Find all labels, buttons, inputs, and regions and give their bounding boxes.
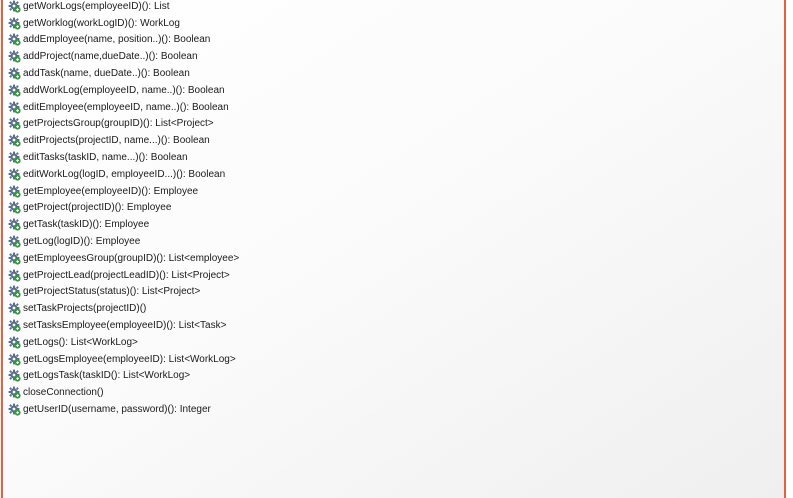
operation-row[interactable]: addTask(name, dueDate..)(): Boolean bbox=[8, 65, 239, 82]
operation-row[interactable]: getTask(taskID)(): Employee bbox=[8, 216, 239, 233]
operation-row[interactable]: getLogs(): List<WorkLog> bbox=[8, 334, 239, 351]
operation-row[interactable]: getLogsEmployee(employeeID): List<WorkLo… bbox=[8, 351, 239, 368]
public-operation-icon bbox=[8, 235, 21, 248]
operation-row[interactable]: getLogsTask(taskID(): List<WorkLog> bbox=[8, 368, 239, 385]
operation-row[interactable]: setTaskProjects(projectID)() bbox=[8, 300, 239, 317]
public-operation-icon bbox=[8, 386, 21, 399]
public-operation-icon bbox=[8, 369, 21, 383]
operation-signature: addWorkLog(employeeID, name..)(): Boolea… bbox=[23, 84, 225, 96]
operation-signature: getProjectStatus(status)(): List<Project… bbox=[23, 286, 201, 298]
public-operation-icon bbox=[8, 403, 21, 416]
public-operation-icon bbox=[8, 252, 21, 265]
operation-signature: getTask(taskID)(): Employee bbox=[23, 219, 150, 231]
operation-signature: getProjectLead(projectLeadID)(): List<Pr… bbox=[23, 269, 230, 281]
operation-signature: getUserID(username, password)(): Integer bbox=[23, 404, 211, 416]
operation-row[interactable]: getProjectStatus(status)(): List<Project… bbox=[8, 284, 239, 301]
class-box: getWorkLogs(employeeID)(): List getWorklo… bbox=[1, 0, 786, 498]
operation-signature: editEmployee(employeeID, name..)(): Bool… bbox=[23, 101, 229, 113]
operation-signature: setTaskProjects(projectID)() bbox=[23, 303, 147, 315]
public-operation-icon bbox=[8, 17, 21, 30]
operation-signature: addProject(name,dueDate..)(): Boolean bbox=[23, 51, 198, 63]
public-operation-icon bbox=[8, 151, 21, 164]
operation-signature: getEmployeesGroup(groupID)(): List<emplo… bbox=[23, 252, 240, 264]
operation-row[interactable]: addEmployee(name, position..)(): Boolean bbox=[8, 32, 239, 49]
public-operation-icon bbox=[8, 33, 21, 47]
operation-signature: addTask(name, dueDate..)(): Boolean bbox=[23, 68, 190, 80]
operation-signature: getEmployee(employeeID)(): Employee bbox=[23, 185, 199, 197]
operation-row[interactable]: getLog(logID)(): Employee bbox=[8, 233, 239, 250]
operation-row[interactable]: editProjects(projectID, name...)(): Bool… bbox=[8, 132, 239, 149]
public-operation-icon bbox=[8, 134, 21, 147]
operation-signature: addEmployee(name, position..)(): Boolean bbox=[23, 34, 211, 46]
public-operation-icon bbox=[8, 50, 21, 63]
operation-row[interactable]: getProjectsGroup(groupID)(): List<Projec… bbox=[8, 116, 239, 133]
operation-row[interactable]: editTasks(taskID, name...)(): Boolean bbox=[8, 149, 239, 166]
operation-row[interactable]: addWorkLog(employeeID, name..)(): Boolea… bbox=[8, 82, 239, 99]
operation-signature: getProject(projectID)(): Employee bbox=[23, 202, 172, 214]
public-operation-icon bbox=[8, 218, 21, 231]
public-operation-icon bbox=[8, 168, 21, 181]
operation-row[interactable]: addProject(name,dueDate..)(): Boolean bbox=[8, 48, 239, 65]
public-operation-icon bbox=[8, 0, 21, 13]
operation-row[interactable]: getEmployeesGroup(groupID)(): List<emplo… bbox=[8, 250, 239, 267]
operation-signature: setTasksEmployee(employeeID)(): List<Tas… bbox=[23, 320, 227, 332]
operation-row[interactable]: getEmployee(employeeID)(): Employee bbox=[8, 183, 239, 200]
public-operation-icon bbox=[8, 269, 21, 282]
operation-signature: getLogsEmployee(employeeID): List<WorkLo… bbox=[23, 353, 236, 365]
operation-signature: getLog(logID)(): Employee bbox=[23, 236, 141, 248]
operation-signature: editTasks(taskID, name...)(): Boolean bbox=[23, 152, 188, 164]
operation-row[interactable]: getProjectLead(projectLeadID)(): List<Pr… bbox=[8, 267, 239, 284]
operation-row[interactable]: getWorklog(workLogID)(): WorkLog bbox=[8, 15, 239, 32]
operation-row[interactable]: getUserID(username, password)(): Integer bbox=[8, 401, 239, 418]
public-operation-icon bbox=[8, 117, 21, 131]
public-operation-icon bbox=[8, 302, 21, 315]
operation-signature: getWorklog(workLogID)(): WorkLog bbox=[23, 17, 180, 29]
operation-signature: closeConnection() bbox=[23, 387, 104, 399]
operation-row[interactable]: editWorkLog(logID, employeeID...)(): Boo… bbox=[8, 166, 239, 183]
public-operation-icon bbox=[8, 101, 21, 114]
public-operation-icon bbox=[8, 201, 21, 215]
operation-row[interactable]: editEmployee(employeeID, name..)(): Bool… bbox=[8, 99, 239, 116]
public-operation-icon bbox=[8, 319, 21, 332]
operation-signature: getWorkLogs(employeeID)(): List bbox=[23, 0, 170, 12]
public-operation-icon bbox=[8, 336, 21, 349]
operation-signature: editWorkLog(logID, employeeID...)(): Boo… bbox=[23, 168, 226, 180]
public-operation-icon bbox=[8, 353, 21, 366]
public-operation-icon bbox=[8, 185, 21, 198]
operation-signature: getProjectsGroup(groupID)(): List<Projec… bbox=[23, 118, 214, 130]
public-operation-icon bbox=[8, 84, 21, 97]
operation-row[interactable]: setTasksEmployee(employeeID)(): List<Tas… bbox=[8, 317, 239, 334]
public-operation-icon bbox=[8, 67, 21, 80]
operations-list: getWorkLogs(employeeID)(): List getWorklo… bbox=[8, 0, 239, 418]
public-operation-icon bbox=[8, 285, 21, 299]
operation-signature: editProjects(projectID, name...)(): Bool… bbox=[23, 135, 210, 147]
operation-row[interactable]: closeConnection() bbox=[8, 384, 239, 401]
operation-signature: getLogsTask(taskID(): List<WorkLog> bbox=[23, 370, 191, 382]
operation-row[interactable]: getProject(projectID)(): Employee bbox=[8, 200, 239, 217]
operation-row[interactable]: getWorkLogs(employeeID)(): List bbox=[8, 0, 239, 15]
operation-signature: getLogs(): List<WorkLog> bbox=[23, 336, 138, 348]
